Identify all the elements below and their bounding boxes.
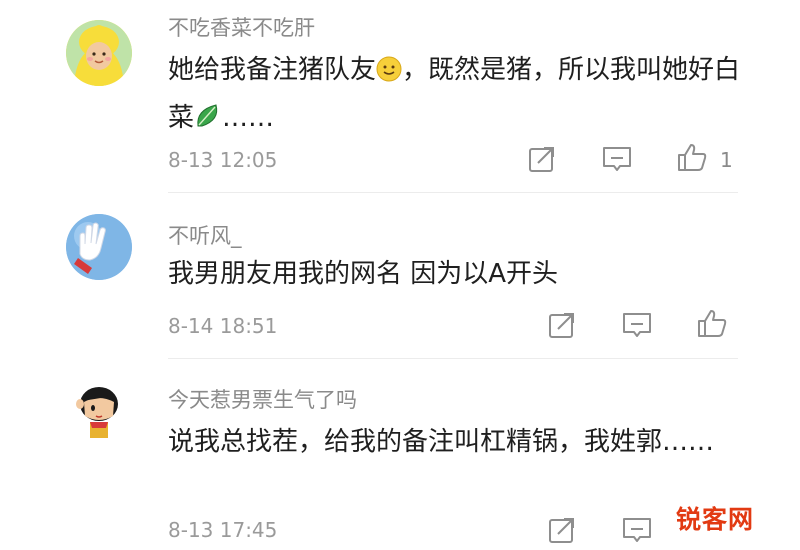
comment-text: 我男朋友用我的网名 因为以A开头 (168, 259, 559, 289)
reply-button[interactable] (621, 309, 653, 341)
like-count: 1 (720, 148, 733, 172)
reply-button[interactable] (621, 514, 653, 546)
username[interactable]: 不听风_ (168, 220, 242, 250)
like-icon (678, 144, 707, 171)
comment-text: 她给我备注猪队友 ，既然是猪，所以我叫她好白菜…… (168, 48, 758, 144)
reply-icon (623, 313, 651, 337)
comment-text-part: 她给我备注猪队友 (168, 55, 377, 85)
share-button[interactable] (526, 143, 558, 175)
site-watermark: 锐客网 (676, 505, 755, 534)
like-icon (698, 310, 727, 337)
share-button[interactable] (546, 309, 578, 341)
cartoon-girl-avatar-icon (66, 378, 132, 444)
reply-icon (623, 518, 651, 542)
divider (168, 192, 738, 193)
comment-time: 8-14 18:51 (168, 314, 278, 338)
share-button[interactable] (546, 514, 578, 546)
reply-icon (603, 147, 631, 171)
share-icon (549, 313, 574, 338)
comment-text-part: …… (222, 103, 275, 133)
divider (168, 358, 738, 359)
username[interactable]: 今天惹男票生气了吗 (168, 384, 357, 414)
smile-emoji-icon (376, 52, 402, 96)
comment-time: 8-13 17:45 (168, 518, 278, 542)
like-button[interactable] (676, 141, 708, 173)
like-button[interactable] (696, 307, 728, 339)
comment-text: 说我总找茬，给我的备注叫杠精锅，我姓郭…… (168, 427, 715, 457)
username[interactable]: 不吃香菜不吃肝 (168, 12, 315, 42)
avatar[interactable] (66, 378, 132, 444)
avatar[interactable] (66, 20, 132, 86)
reply-button[interactable] (601, 143, 633, 175)
share-icon (549, 518, 574, 543)
leaf-emoji-icon (194, 100, 222, 144)
avatar[interactable] (66, 214, 132, 280)
chick-costume-avatar-icon (66, 20, 132, 86)
waving-hand-avatar-icon (66, 214, 132, 280)
comment-time: 8-13 12:05 (168, 148, 278, 172)
share-icon (529, 147, 554, 172)
